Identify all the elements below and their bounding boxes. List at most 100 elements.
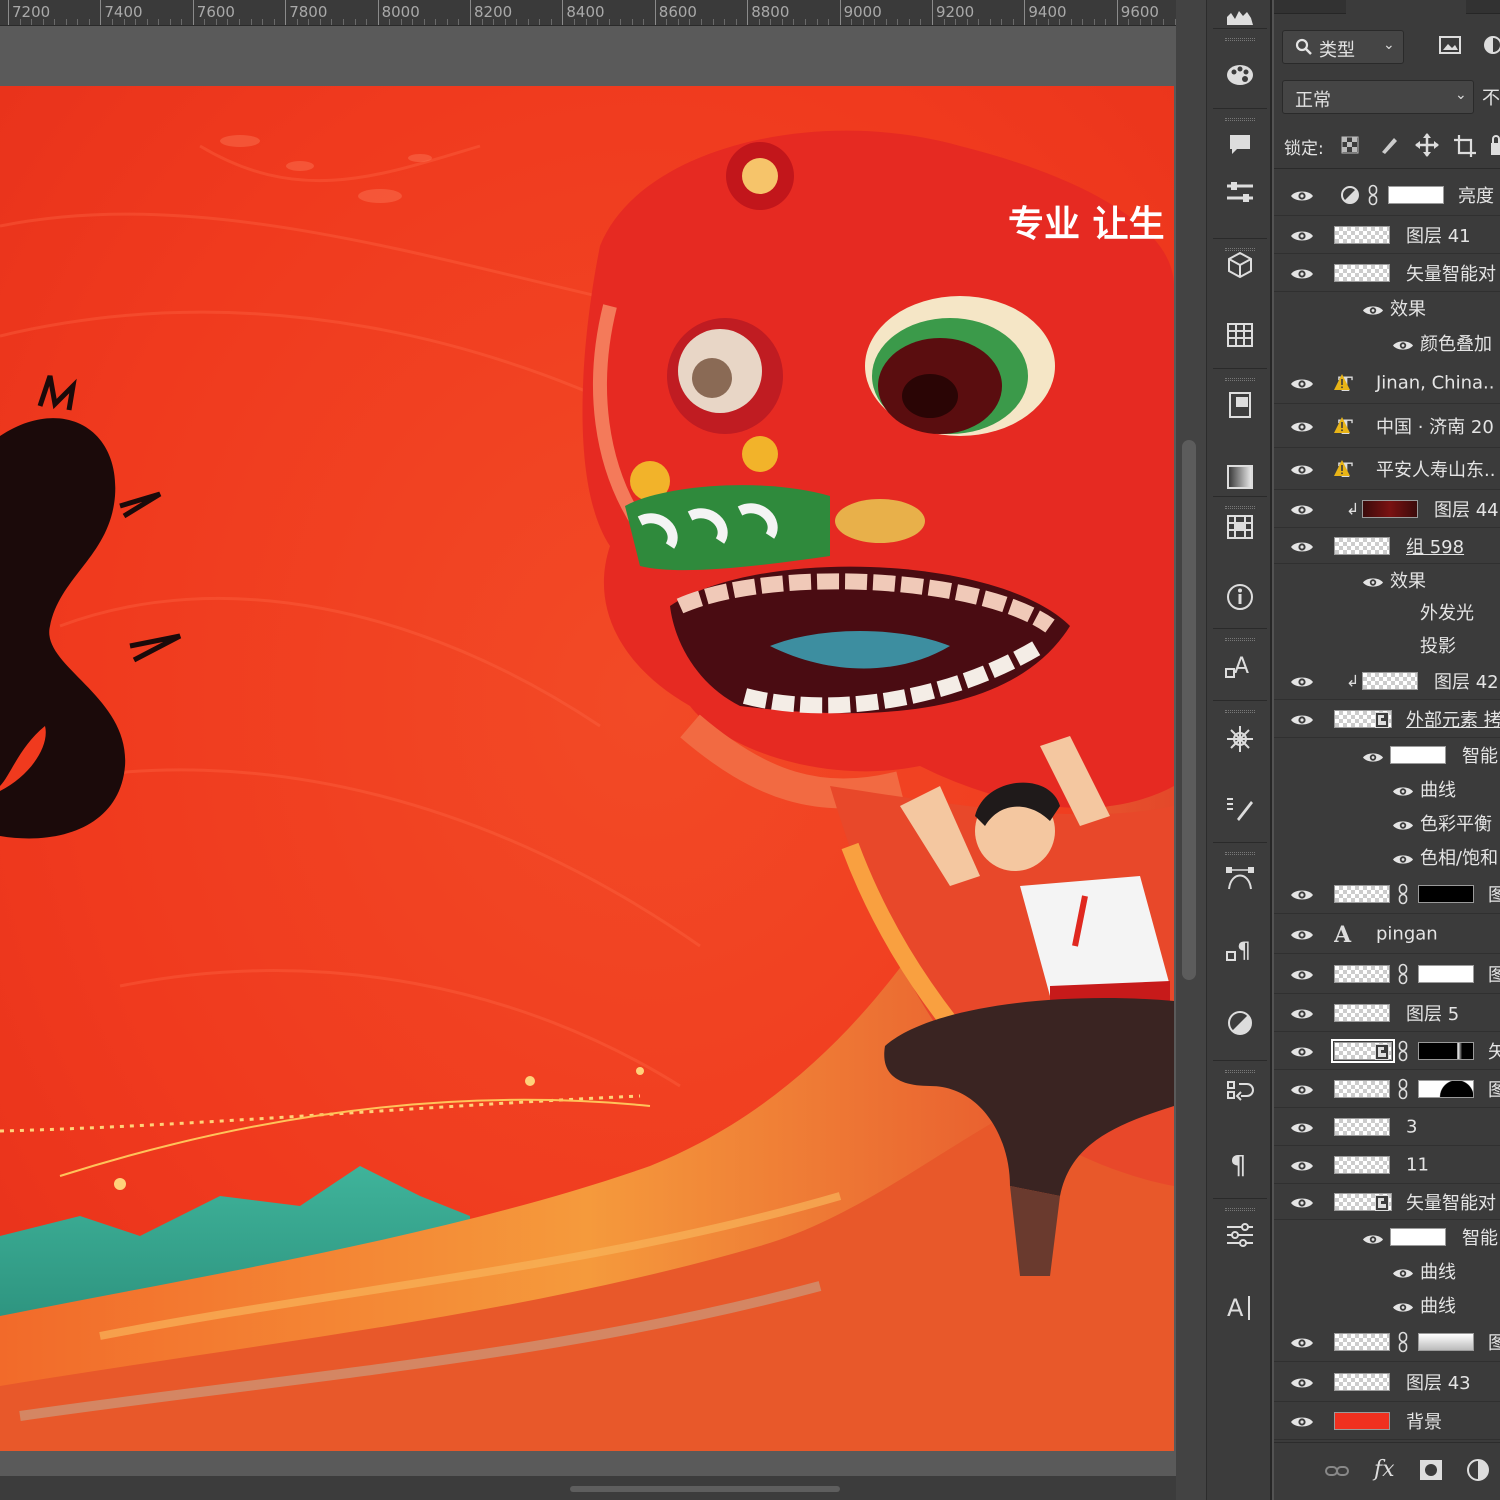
layer-row[interactable]: 图 bbox=[1274, 954, 1500, 994]
visibility-eye-icon[interactable] bbox=[1290, 1414, 1314, 1428]
visibility-eye-icon[interactable] bbox=[1290, 1006, 1314, 1020]
lock-all-icon[interactable] bbox=[1490, 134, 1500, 156]
paragraph-style-icon[interactable]: ¶ bbox=[1223, 934, 1257, 968]
layer-effect-row[interactable]: 效果 bbox=[1274, 564, 1500, 596]
layer-row[interactable]: Apingan bbox=[1274, 914, 1500, 954]
smart-object-thumbnail[interactable] bbox=[1334, 709, 1392, 728]
brush-presets-icon[interactable] bbox=[1223, 792, 1257, 826]
link-chain-icon[interactable] bbox=[1368, 184, 1378, 206]
layer-effect-row[interactable]: 效果 bbox=[1274, 292, 1500, 324]
paragraph-icon[interactable]: ¶ bbox=[1223, 1148, 1257, 1182]
layer-list[interactable]: 亮度图层 41矢量智能对效果颜色叠加TJinan, China..T中国 · 济… bbox=[1274, 172, 1500, 1442]
layers-tab[interactable] bbox=[1346, 0, 1466, 14]
layer-row[interactable]: 图层 41 bbox=[1274, 216, 1500, 254]
visibility-eye-icon[interactable] bbox=[1290, 1335, 1314, 1349]
layer-thumbnail[interactable] bbox=[1362, 671, 1418, 690]
effect-visibility-eye-icon[interactable] bbox=[1362, 574, 1384, 587]
horizontal-scroll-thumb[interactable] bbox=[570, 1486, 840, 1492]
artwork-canvas[interactable]: 专业 让生 bbox=[0, 86, 1174, 1451]
layer-mask-thumbnail[interactable] bbox=[1418, 884, 1474, 903]
smart-filter-mask-thumbnail[interactable] bbox=[1390, 746, 1446, 764]
visibility-eye-icon[interactable] bbox=[1290, 927, 1314, 941]
layer-effect-row[interactable]: 颜色叠加 bbox=[1274, 324, 1500, 362]
layer-effect-row[interactable]: 智能 bbox=[1274, 738, 1500, 772]
effect-visibility-eye-icon[interactable] bbox=[1392, 337, 1414, 350]
tool-group-grip[interactable] bbox=[1225, 1208, 1255, 1211]
layer-thumbnail[interactable] bbox=[1334, 964, 1390, 983]
filter-visibility-eye-icon[interactable] bbox=[1392, 817, 1414, 830]
channels-icon[interactable] bbox=[1223, 510, 1257, 544]
layer-effect-row[interactable]: 曲线 bbox=[1274, 1254, 1500, 1288]
info-icon[interactable] bbox=[1223, 580, 1257, 614]
filter-visibility-eye-icon[interactable] bbox=[1392, 851, 1414, 864]
layer-row[interactable]: 组 598 bbox=[1274, 528, 1500, 564]
visibility-eye-icon[interactable] bbox=[1290, 228, 1314, 242]
smart-filter-visibility-eye-icon[interactable] bbox=[1362, 749, 1384, 762]
visibility-eye-icon[interactable] bbox=[1290, 419, 1314, 433]
brush-settings-icon[interactable] bbox=[1223, 722, 1257, 756]
properties-icon[interactable] bbox=[1223, 1218, 1257, 1252]
path-icon[interactable] bbox=[1223, 862, 1257, 896]
3d-cube-icon[interactable] bbox=[1223, 248, 1257, 282]
layer-effect-row[interactable]: 智能 bbox=[1274, 1220, 1500, 1254]
histogram-icon[interactable] bbox=[1223, 0, 1257, 34]
link-chain-icon[interactable] bbox=[1398, 1040, 1408, 1062]
layer-row[interactable]: 图 bbox=[1274, 874, 1500, 914]
history-icon[interactable] bbox=[1223, 1076, 1257, 1110]
blend-mode-select[interactable]: 正常 ⌄ bbox=[1282, 80, 1474, 114]
layer-row[interactable]: 亮度 bbox=[1274, 174, 1500, 216]
layer-thumbnail[interactable] bbox=[1334, 1411, 1390, 1430]
visibility-eye-icon[interactable] bbox=[1290, 266, 1314, 280]
layer-row[interactable]: 图层 5 bbox=[1274, 994, 1500, 1032]
layer-row[interactable]: ↲ 图层 42 bbox=[1274, 662, 1500, 700]
visibility-eye-icon[interactable] bbox=[1290, 1082, 1314, 1096]
visibility-eye-icon[interactable] bbox=[1290, 502, 1314, 516]
visibility-eye-icon[interactable] bbox=[1290, 1120, 1314, 1134]
adjustment-filter-icon[interactable] bbox=[1482, 34, 1500, 56]
layer-thumbnail[interactable] bbox=[1334, 1155, 1390, 1174]
tool-group-grip[interactable] bbox=[1225, 118, 1255, 121]
tool-group-grip[interactable] bbox=[1225, 852, 1255, 855]
layer-effect-row[interactable]: 外发光 bbox=[1274, 596, 1500, 628]
visibility-eye-icon[interactable] bbox=[1290, 674, 1314, 688]
layer-row[interactable]: 背景 bbox=[1274, 1402, 1500, 1440]
link-chain-icon[interactable] bbox=[1398, 1078, 1408, 1100]
layer-row[interactable]: 3 bbox=[1274, 1108, 1500, 1146]
add-mask-icon[interactable] bbox=[1418, 1458, 1444, 1482]
layer-thumbnail[interactable] bbox=[1334, 536, 1390, 555]
layer-effect-row[interactable]: 曲线 bbox=[1274, 772, 1500, 806]
smart-object-thumbnail[interactable] bbox=[1331, 1038, 1395, 1063]
layer-row[interactable]: 图 bbox=[1274, 1322, 1500, 1362]
layer-thumbnail[interactable] bbox=[1334, 1079, 1390, 1098]
character-style-icon[interactable]: A bbox=[1223, 650, 1257, 684]
visibility-eye-icon[interactable] bbox=[1290, 539, 1314, 553]
link-chain-icon[interactable] bbox=[1398, 1331, 1408, 1353]
visibility-eye-icon[interactable] bbox=[1290, 1375, 1314, 1389]
visibility-eye-icon[interactable] bbox=[1290, 967, 1314, 981]
tool-group-grip[interactable] bbox=[1225, 38, 1255, 41]
comment-icon[interactable] bbox=[1223, 128, 1257, 162]
layer-thumbnail[interactable] bbox=[1362, 499, 1418, 518]
link-chain-icon[interactable] bbox=[1398, 883, 1408, 905]
layer-thumbnail[interactable] bbox=[1334, 884, 1390, 903]
tool-group-grip[interactable] bbox=[1225, 1070, 1255, 1073]
layer-row[interactable]: T 平安人寿山东.. bbox=[1274, 448, 1500, 490]
layer-mask-thumbnail[interactable] bbox=[1388, 185, 1444, 204]
layer-thumbnail[interactable] bbox=[1334, 263, 1390, 282]
horizontal-scrollbar[interactable] bbox=[0, 1476, 1176, 1500]
visibility-eye-icon[interactable] bbox=[1290, 376, 1314, 390]
color-palette-icon[interactable] bbox=[1223, 58, 1257, 92]
layer-mask-thumbnail[interactable] bbox=[1418, 1041, 1474, 1060]
layer-mask-thumbnail[interactable] bbox=[1418, 1332, 1474, 1351]
layer-effect-row[interactable]: 色彩平衡 bbox=[1274, 806, 1500, 840]
lock-image-pixels-icon[interactable] bbox=[1378, 134, 1400, 156]
tool-group-grip[interactable] bbox=[1225, 710, 1255, 713]
layer-thumbnail[interactable] bbox=[1334, 1332, 1390, 1351]
tool-group-grip[interactable] bbox=[1225, 378, 1255, 381]
visibility-eye-icon[interactable] bbox=[1290, 188, 1314, 202]
layer-row[interactable]: 外部元素 拷 bbox=[1274, 700, 1500, 738]
layer-row[interactable]: T 中国 · 济南 20 bbox=[1274, 404, 1500, 448]
gradient-icon[interactable] bbox=[1223, 460, 1257, 494]
lock-transparent-pixels-icon[interactable] bbox=[1340, 135, 1360, 155]
layer-mask-thumbnail[interactable] bbox=[1418, 964, 1474, 983]
